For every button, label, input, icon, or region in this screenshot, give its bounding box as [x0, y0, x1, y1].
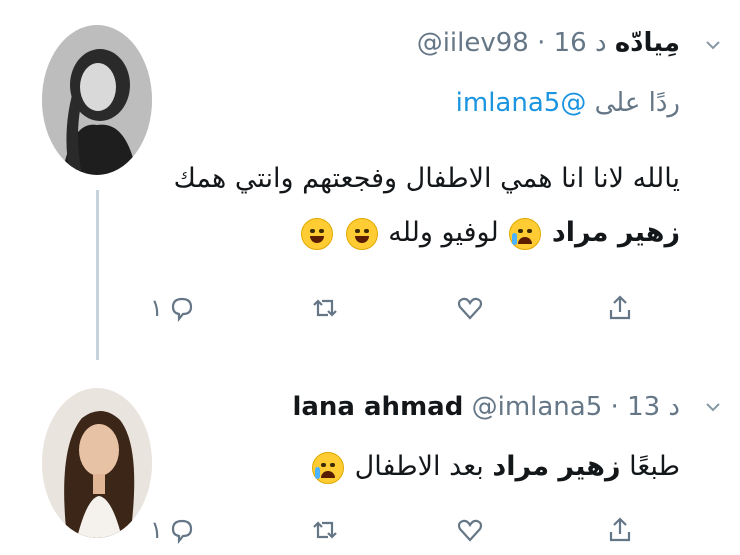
reply-icon	[171, 519, 192, 545]
bold-text: زهير مراد	[492, 451, 621, 482]
tweet-text-line-2: زهير مراد لوفيو ولله	[172, 206, 680, 260]
reply-icon	[171, 297, 192, 323]
bold-text: زهير مراد	[551, 217, 680, 248]
tweet-2[interactable]: lana ahmad @imlana5 · 13 د طبعًا زهير مر…	[0, 370, 740, 555]
handle-time: lana ahmad @imlana5 · 13 د	[292, 392, 680, 422]
handle-time: @iilev98 · 16 د	[417, 28, 607, 58]
retweet-button[interactable]	[310, 288, 340, 328]
text-rest: لوفيو ولله	[388, 217, 499, 248]
retweet-icon	[313, 299, 337, 317]
avatar-photo	[42, 25, 152, 175]
crying-icon	[509, 217, 542, 250]
thread-line	[96, 190, 99, 360]
share-button[interactable]	[605, 288, 635, 328]
share-button[interactable]	[605, 510, 635, 550]
tweet-actions: ١	[150, 288, 670, 328]
timestamp[interactable]: 16 د	[554, 28, 607, 58]
reply-button[interactable]: ١	[150, 288, 197, 328]
reply-button[interactable]: ١	[150, 510, 197, 550]
replying-to-mention[interactable]: @imlana5	[456, 88, 587, 118]
retweet-icon	[313, 521, 337, 539]
like-button[interactable]	[455, 288, 485, 328]
separator: ·	[537, 28, 546, 58]
avatar[interactable]	[42, 388, 152, 538]
tweet-text-line-1: يالله لانا انا همي الاطفال وفجعتهم وانتي…	[173, 163, 680, 194]
tweet-text: طبعًا زهير مراد بعد الاطفال	[172, 440, 680, 494]
chevron-down-icon[interactable]	[704, 398, 722, 416]
reply-count: ١	[150, 516, 163, 544]
tweet-actions: ١	[150, 510, 670, 550]
avatar[interactable]	[42, 25, 152, 175]
heart-icon	[457, 297, 483, 320]
retweet-button[interactable]	[310, 510, 340, 550]
replying-to: ردًا على @imlana5	[172, 88, 680, 118]
text-end: بعد الاطفال	[354, 451, 484, 482]
rolling-laughing-icon	[301, 217, 334, 250]
handle[interactable]: @imlana5	[472, 392, 603, 422]
tweet-text: يالله لانا انا همي الاطفال وفجعتهم وانتي…	[172, 152, 680, 260]
rolling-laughing-icon	[345, 217, 378, 250]
share-icon	[609, 295, 631, 320]
separator: ·	[610, 392, 619, 422]
chevron-down-icon[interactable]	[704, 36, 722, 54]
reply-count: ١	[150, 294, 163, 322]
share-icon	[609, 517, 631, 542]
tweet-1[interactable]: مِيادّه @iilev98 · 16 د ردًا على @imlana…	[0, 0, 740, 370]
like-button[interactable]	[455, 510, 485, 550]
avatar-photo	[42, 388, 152, 538]
display-name[interactable]: مِيادّه	[615, 28, 680, 58]
handle[interactable]: @iilev98	[417, 28, 529, 58]
heart-icon	[457, 519, 483, 542]
tweet-header: lana ahmad @imlana5 · 13 د	[172, 392, 680, 432]
text-start: طبعًا	[629, 451, 680, 482]
display-name[interactable]: lana ahmad	[292, 392, 463, 422]
timestamp[interactable]: 13 د	[627, 392, 680, 422]
replying-prefix: ردًا على	[594, 88, 680, 118]
tweet-header: مِيادّه @iilev98 · 16 د	[172, 28, 680, 68]
tears-of-joy-icon	[312, 451, 345, 484]
